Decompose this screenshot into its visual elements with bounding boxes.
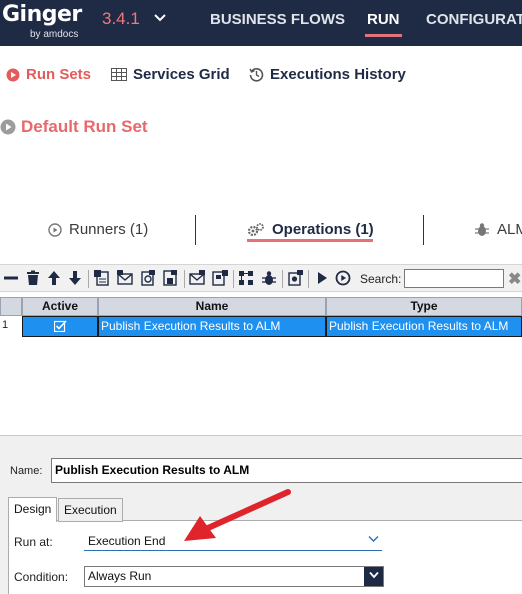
send-email-icon[interactable]	[189, 270, 205, 286]
tab-label: Operations (1)	[272, 221, 374, 238]
nav-active-indicator	[365, 34, 402, 37]
subtab-label: Run Sets	[26, 66, 92, 83]
bug-icon[interactable]	[261, 270, 277, 286]
condition-select[interactable]: Always Run	[84, 566, 384, 587]
version-label[interactable]: 3.4.1	[102, 9, 140, 29]
column-header-name[interactable]: Name	[98, 297, 326, 316]
play-circle-icon[interactable]	[335, 270, 351, 286]
gears-icon	[247, 222, 264, 236]
toolbar-divider	[233, 270, 234, 288]
tab-operations[interactable]: Operations (1)	[247, 221, 374, 238]
grid-corner-header	[0, 297, 22, 316]
search-label: Search:	[360, 272, 402, 286]
toolbar-divider	[88, 270, 89, 288]
checkbox-checked-icon[interactable]	[53, 320, 67, 333]
trash-icon[interactable]	[25, 270, 41, 286]
export-report-icon[interactable]	[140, 270, 156, 286]
run-at-label: Run at:	[14, 535, 53, 549]
sign-report-icon[interactable]	[212, 270, 228, 286]
play-circle-icon	[0, 119, 16, 135]
nav-configurations[interactable]: CONFIGURAT	[426, 11, 522, 28]
search-input[interactable]	[404, 269, 504, 288]
subtab-services-grid[interactable]: Services Grid	[111, 66, 230, 83]
chevron-down-icon[interactable]	[364, 567, 383, 586]
row-number: 1	[2, 319, 9, 331]
minus-icon[interactable]	[3, 270, 19, 286]
bug-icon	[475, 223, 489, 236]
toolbar-divider	[184, 270, 185, 288]
tab-active-indicator	[247, 239, 373, 242]
column-header-active[interactable]: Active	[22, 297, 98, 316]
condition-label: Condition:	[14, 570, 69, 584]
tab-label: ALM	[497, 221, 522, 238]
chevron-down-icon[interactable]	[154, 10, 166, 26]
save-report-icon[interactable]	[162, 270, 178, 286]
row-active-cell[interactable]	[22, 316, 98, 337]
subtab-run-sets[interactable]: Run Sets	[6, 66, 91, 83]
toolbar-divider	[308, 270, 309, 288]
chevron-down-icon[interactable]	[368, 532, 379, 546]
annotation-arrow-icon	[184, 489, 291, 541]
top-header: Ginger by amdocs 3.4.1 BUSINESS FLOWS RU…	[0, 0, 522, 46]
hierarchy-icon[interactable]	[238, 270, 254, 286]
close-icon[interactable]: ✖	[508, 269, 521, 289]
toolbar-divider	[282, 270, 283, 288]
arrow-down-icon[interactable]	[67, 270, 83, 286]
subtab-label: Executions History	[270, 66, 406, 83]
tab-divider	[423, 215, 424, 245]
logo-text: Ginger	[2, 2, 82, 27]
name-label: Name:	[10, 465, 43, 477]
play-circle-icon	[6, 68, 20, 81]
tab-execution[interactable]: Execution	[58, 498, 123, 522]
row-type-cell[interactable]: Publish Execution Results to ALM	[326, 316, 522, 337]
subtab-label: Services Grid	[133, 66, 230, 83]
app-logo[interactable]: Ginger by amdocs	[2, 2, 82, 40]
runset-name: Default Run Set	[21, 117, 148, 136]
history-icon	[249, 68, 264, 82]
tab-alm[interactable]: ALM	[474, 221, 522, 238]
row-name-cell[interactable]: Publish Execution Results to ALM	[98, 316, 326, 337]
logo-subtext: by amdocs	[30, 29, 79, 40]
arrow-up-icon[interactable]	[46, 270, 62, 286]
runset-title: Default Run Set	[0, 117, 148, 137]
column-header-type[interactable]: Type	[326, 297, 522, 316]
add-report-icon[interactable]	[94, 270, 110, 286]
nav-run[interactable]: RUN	[367, 11, 400, 28]
subtab-executions-history[interactable]: Executions History	[249, 66, 406, 83]
tab-design[interactable]: Design	[8, 497, 58, 522]
email-report-icon[interactable]	[117, 270, 133, 286]
tab-divider	[195, 215, 196, 245]
play-circle-icon	[48, 222, 62, 237]
operations-toolbar: Search: ✖	[0, 264, 522, 292]
grid-icon	[111, 68, 127, 81]
nav-business-flows[interactable]: BUSINESS FLOWS	[210, 11, 345, 28]
tab-runners[interactable]: Runners (1)	[48, 221, 148, 238]
play-icon[interactable]	[314, 270, 330, 286]
settings-report-icon[interactable]	[287, 270, 303, 286]
tab-label: Runners (1)	[69, 221, 149, 238]
